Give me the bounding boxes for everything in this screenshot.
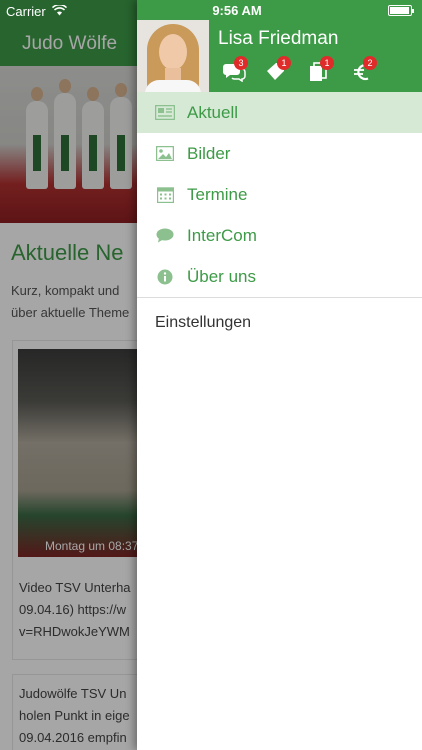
menu-item-termine[interactable]: Termine — [137, 174, 422, 215]
menu-item-label: Bilder — [187, 143, 231, 163]
badge: 3 — [234, 56, 248, 70]
side-drawer: 9:56 AM Lisa Friedman 3 1 1 2 Aktuell Bi… — [137, 0, 422, 750]
menu-item-bilder[interactable]: Bilder — [137, 133, 422, 174]
image-icon — [155, 145, 175, 163]
carrier-label: Carrier — [6, 3, 46, 19]
menu-item-label: Aktuell — [187, 102, 239, 122]
calendar-icon — [155, 186, 175, 204]
euro-icon[interactable]: 2 — [351, 56, 381, 84]
avatar[interactable] — [137, 20, 209, 92]
menu-item-aktuell[interactable]: Aktuell — [137, 92, 422, 133]
chat-bubbles-icon[interactable]: 3 — [222, 56, 252, 84]
wifi-icon — [51, 3, 67, 19]
drawer-menu: Aktuell Bilder Termine InterCom Über uns — [137, 92, 422, 348]
drawer-header: 9:56 AM Lisa Friedman 3 1 1 2 — [137, 0, 422, 92]
chat-icon — [155, 227, 175, 245]
news-icon — [155, 104, 175, 122]
menu-item-label: Über uns — [187, 266, 256, 286]
tag-icon[interactable]: 1 — [265, 56, 295, 84]
badge: 1 — [320, 56, 334, 70]
status-bar-left: Carrier — [6, 3, 67, 19]
settings-item[interactable]: Einstellungen — [137, 298, 422, 348]
badge: 1 — [277, 56, 291, 70]
header-icon-row: 3 1 1 2 — [222, 56, 381, 84]
battery-icon — [388, 5, 414, 16]
menu-item-label: Termine — [187, 184, 248, 204]
status-time: 9:56 AM — [212, 3, 262, 18]
menu-item-intercom[interactable]: InterCom — [137, 215, 422, 256]
info-icon — [155, 268, 175, 286]
documents-icon[interactable]: 1 — [308, 56, 338, 84]
menu-item-ueber-uns[interactable]: Über uns — [137, 256, 422, 297]
user-name[interactable]: Lisa Friedman — [218, 28, 338, 50]
badge: 2 — [363, 56, 377, 70]
menu-item-label: InterCom — [187, 225, 257, 245]
